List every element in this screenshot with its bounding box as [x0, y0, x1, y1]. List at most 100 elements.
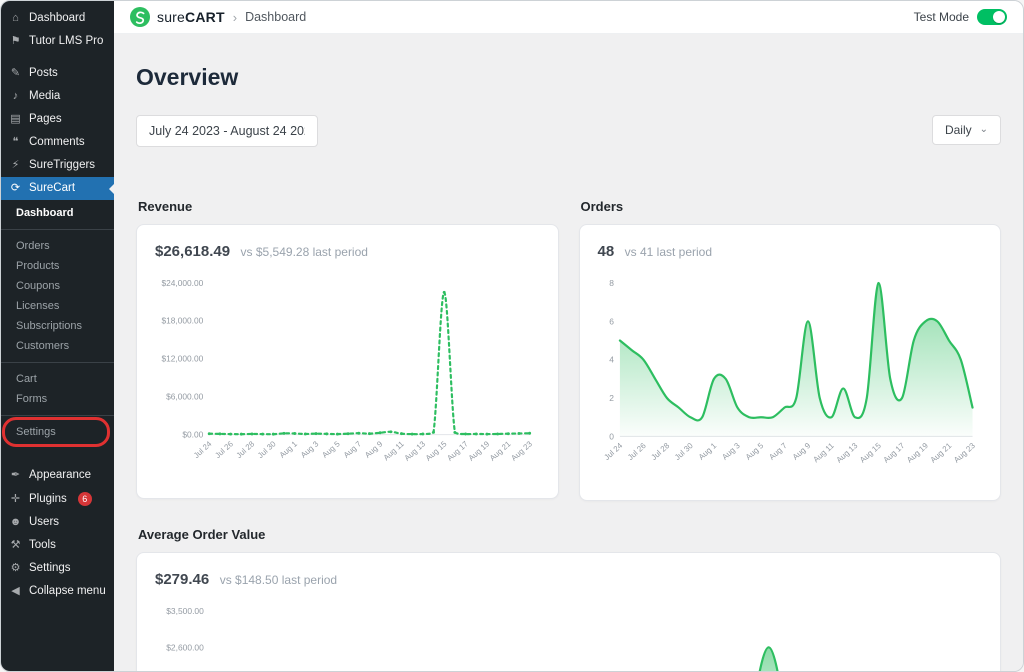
svg-text:Aug 13: Aug 13 [403, 439, 428, 463]
app-window: ⌂ Dashboard ⚑ Tutor LMS Pro ✎ Posts ♪ Me… [0, 0, 1024, 672]
sidebar-item-dashboard[interactable]: ⌂ Dashboard [1, 7, 114, 30]
submenu-item-forms[interactable]: Forms [1, 389, 114, 409]
sidebar-item-users[interactable]: ☻ Users [1, 511, 114, 534]
sidebar-item-label: SureCart [29, 182, 75, 195]
media-icon: ♪ [9, 90, 22, 103]
sidebar-item-label: Collapse menu [29, 585, 106, 598]
sidebar-item-appearance[interactable]: ✒ Appearance [1, 464, 114, 487]
tools-icon: ⚒ [9, 539, 22, 552]
submenu-item-settings[interactable]: Settings [1, 422, 114, 442]
sidebar-item-label: Dashboard [29, 12, 85, 25]
interval-select[interactable]: Daily ⌄ [932, 115, 1001, 145]
sidebar-item-suretriggers[interactable]: ⚡ SureTriggers [1, 154, 114, 177]
date-range-input[interactable] [136, 115, 318, 147]
orders-section: Orders 48 vs 41 last period 02468Jul 24J… [579, 199, 1002, 501]
submenu-item-cart[interactable]: Cart [1, 369, 114, 389]
sidebar-item-comments[interactable]: ❝ Comments [1, 131, 114, 154]
submenu-item-customers[interactable]: Customers [1, 336, 114, 356]
toggle-knob [993, 11, 1005, 23]
svg-text:Jul 26: Jul 26 [625, 441, 647, 462]
sidebar-item-label: Appearance [29, 469, 91, 482]
sidebar-item-collapse-menu[interactable]: ◀ Collapse menu [1, 580, 114, 603]
interval-value: Daily [945, 123, 972, 137]
sidebar-item-surecart[interactable]: ⟳ SureCart [1, 177, 114, 200]
orders-section-title: Orders [581, 199, 1002, 214]
svg-text:Jul 24: Jul 24 [192, 439, 214, 460]
svg-text:Aug 19: Aug 19 [905, 441, 930, 465]
pages-icon: ▤ [9, 113, 22, 126]
svg-text:Aug 5: Aug 5 [320, 439, 342, 460]
submenu-item-products[interactable]: Products [1, 256, 114, 276]
sidebar-lower-block: ✒ Appearance ✛ Plugins 6 ☻ Users ⚒ Tools… [1, 464, 114, 603]
svg-text:4: 4 [609, 355, 614, 365]
aov-total: $279.46 [155, 571, 209, 588]
svg-text:Jul 30: Jul 30 [256, 439, 278, 460]
breadcrumb[interactable]: Dashboard [245, 10, 306, 24]
svg-text:$2,600.00: $2,600.00 [166, 642, 204, 652]
svg-text:$6,000.00: $6,000.00 [166, 392, 204, 402]
divider [1, 362, 114, 363]
sidebar-item-tools[interactable]: ⚒ Tools [1, 534, 114, 557]
divider [1, 229, 114, 230]
sidebar-item-label: Users [29, 516, 59, 529]
svg-text:Aug 9: Aug 9 [363, 439, 384, 459]
svg-text:Jul 28: Jul 28 [649, 441, 671, 462]
submenu-item-licenses[interactable]: Licenses [1, 296, 114, 316]
filter-controls: Daily ⌄ [136, 115, 1001, 147]
sidebar-item-label: Tools [29, 539, 56, 552]
orders-card: 48 vs 41 last period 02468Jul 24Jul 26Ju… [579, 224, 1002, 501]
sidebar-item-settings[interactable]: ⚙ Settings [1, 557, 114, 580]
svg-text:Aug 3: Aug 3 [299, 439, 321, 460]
sidebar-item-label: Media [29, 90, 60, 103]
posts-icon: ✎ [9, 67, 22, 80]
svg-text:0: 0 [609, 431, 614, 441]
revenue-total: $26,618.49 [155, 243, 230, 260]
aov-section-title: Average Order Value [138, 527, 1001, 542]
submenu-item-orders[interactable]: Orders [1, 236, 114, 256]
svg-text:$24,000.00: $24,000.00 [161, 278, 203, 288]
svg-text:Jul 30: Jul 30 [672, 441, 694, 462]
submenu-item-coupons[interactable]: Coupons [1, 276, 114, 296]
svg-text:Aug 23: Aug 23 [952, 441, 977, 465]
average-order-value-section: Average Order Value $279.46 vs $148.50 l… [136, 527, 1001, 671]
revenue-section-title: Revenue [138, 199, 559, 214]
menu-separator [1, 53, 114, 62]
sidebar-item-label: Tutor LMS Pro [29, 35, 103, 48]
svg-text:Jul 24: Jul 24 [602, 441, 624, 462]
sidebar-item-label: Comments [29, 136, 85, 149]
test-mode-control: Test Mode [914, 9, 1007, 25]
suretriggers-icon: ⚡ [9, 159, 22, 172]
svg-text:Aug 11: Aug 11 [382, 439, 406, 462]
svg-text:Aug 21: Aug 21 [928, 441, 953, 465]
svg-text:Aug 9: Aug 9 [790, 441, 812, 462]
orders-comparison: vs 41 last period [625, 245, 712, 259]
sidebar-item-pages[interactable]: ▤ Pages [1, 108, 114, 131]
svg-text:Aug 17: Aug 17 [445, 439, 470, 462]
svg-text:Aug 7: Aug 7 [767, 441, 789, 462]
sidebar-item-label: SureTriggers [29, 159, 95, 172]
divider [1, 415, 114, 416]
submenu-item-dashboard[interactable]: Dashboard [1, 203, 114, 223]
svg-text:Aug 11: Aug 11 [811, 441, 836, 465]
plugins-icon: ✛ [9, 493, 22, 506]
test-mode-toggle[interactable] [977, 9, 1007, 25]
sidebar-item-label: Plugins [29, 493, 67, 506]
svg-text:Aug 7: Aug 7 [342, 439, 363, 459]
test-mode-label: Test Mode [914, 10, 969, 24]
page-title: Overview [136, 64, 1001, 91]
sidebar-item-plugins[interactable]: ✛ Plugins 6 [1, 487, 114, 511]
sidebar-item-posts[interactable]: ✎ Posts [1, 62, 114, 85]
svg-text:Aug 13: Aug 13 [834, 441, 859, 465]
svg-text:Aug 1: Aug 1 [696, 441, 718, 462]
breadcrumb-chevron-icon: › [233, 10, 237, 25]
svg-text:$12,000.00: $12,000.00 [161, 354, 203, 364]
svg-text:2: 2 [609, 393, 614, 403]
submenu-item-subscriptions[interactable]: Subscriptions [1, 316, 114, 336]
sidebar-item-label: Posts [29, 67, 58, 80]
svg-text:Aug 19: Aug 19 [467, 439, 492, 462]
sidebar-item-media[interactable]: ♪ Media [1, 85, 114, 108]
sidebar-item-tutor-lms-pro[interactable]: ⚑ Tutor LMS Pro [1, 30, 114, 53]
submenu-item-label: Settings [16, 426, 56, 438]
svg-text:Aug 1: Aug 1 [278, 439, 299, 459]
surecart-logo[interactable]: sureCART [130, 7, 225, 27]
